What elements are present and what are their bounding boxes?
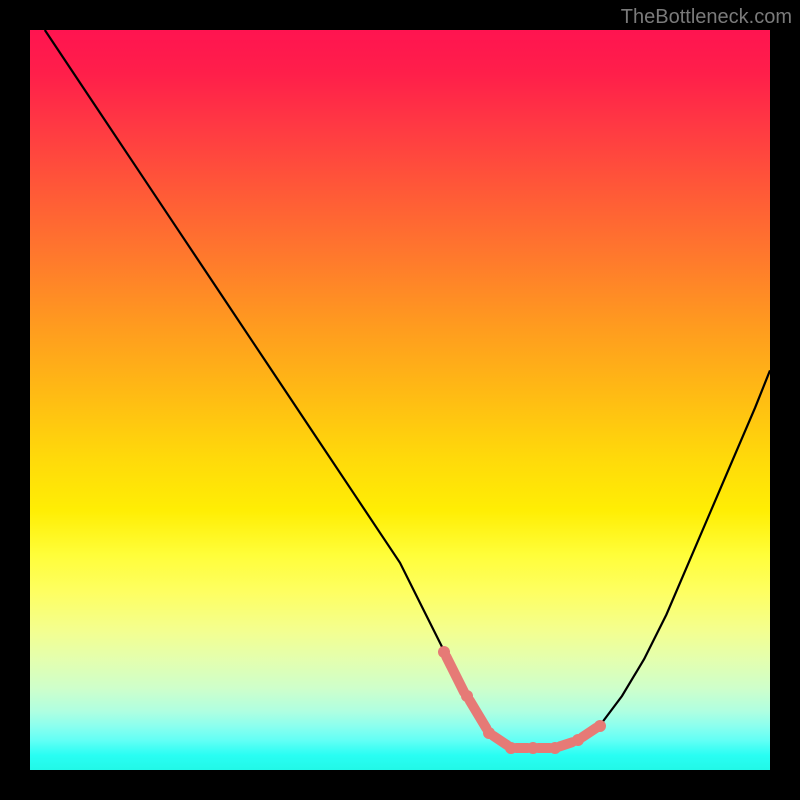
highlight-dot bbox=[594, 720, 606, 732]
chart-plot-area bbox=[30, 30, 770, 770]
watermark-text: TheBottleneck.com bbox=[621, 6, 792, 29]
bottleneck-curve bbox=[30, 30, 770, 770]
